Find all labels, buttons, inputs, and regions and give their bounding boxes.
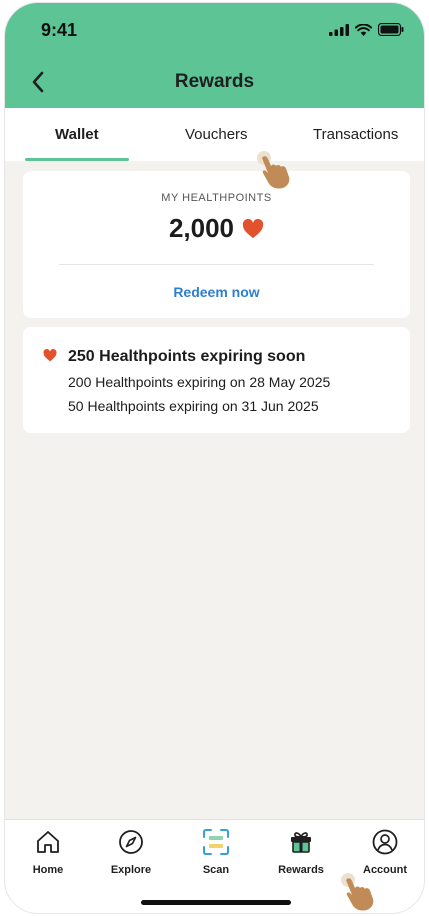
expiry-line: 200 Healthpoints expiring on 28 May 2025 xyxy=(68,374,331,390)
tap-hand-icon xyxy=(341,873,374,911)
nav-item-scan[interactable]: Scan xyxy=(181,828,251,876)
tap-hand-icon xyxy=(257,151,290,189)
heart-icon xyxy=(242,218,264,238)
healthpoints-value: 2,000 xyxy=(168,213,235,243)
page-title: Rewards xyxy=(174,71,255,92)
nav-label-home: Home xyxy=(32,864,64,876)
tab-transactions[interactable]: Transactions xyxy=(313,126,398,143)
signal-icon xyxy=(329,23,349,36)
phone-screen: 9:41 Rewards Wallet Vouchers Transaction… xyxy=(4,2,425,914)
healthpoints-card: MY HEALTHPOINTS 2,000 Redeem now xyxy=(23,171,410,318)
healthpoints-row: 2,000 xyxy=(23,213,410,244)
nav-label-scan: Scan xyxy=(202,864,230,876)
active-tab-indicator xyxy=(25,158,129,161)
tab-vouchers[interactable]: Vouchers xyxy=(185,126,248,143)
nav-item-home[interactable]: Home xyxy=(13,828,83,876)
wifi-icon xyxy=(355,23,372,36)
nav-item-account[interactable]: Account xyxy=(350,828,420,876)
app-header: 9:41 Rewards xyxy=(5,3,424,108)
tab-bar: Wallet Vouchers Transactions xyxy=(5,108,424,161)
nav-item-explore[interactable]: Explore xyxy=(96,828,166,876)
expiry-card: 250 Healthpoints expiring soon 200 Healt… xyxy=(23,327,410,433)
redeem-now-link[interactable]: Redeem now xyxy=(23,284,410,300)
nav-label-rewards: Rewards xyxy=(278,864,324,876)
card-divider xyxy=(59,264,374,265)
home-indicator xyxy=(141,900,291,905)
heart-icon xyxy=(43,349,57,362)
gift-icon xyxy=(291,832,311,853)
status-time: 9:41 xyxy=(41,20,78,40)
scan-icon xyxy=(203,829,229,855)
expiry-title: 250 Healthpoints expiring soon xyxy=(68,348,306,365)
nav-item-rewards[interactable]: Rewards xyxy=(266,828,336,876)
tab-wallet[interactable]: Wallet xyxy=(55,126,99,143)
healthpoints-label: MY HEALTHPOINTS xyxy=(161,192,272,204)
compass-icon xyxy=(119,830,143,854)
battery-icon xyxy=(378,23,404,36)
home-icon xyxy=(37,831,59,853)
expiry-line: 50 Healthpoints expiring on 31 Jun 2025 xyxy=(68,398,319,414)
status-icons xyxy=(329,23,404,36)
nav-label-explore: Explore xyxy=(110,864,152,876)
user-icon xyxy=(372,829,398,855)
